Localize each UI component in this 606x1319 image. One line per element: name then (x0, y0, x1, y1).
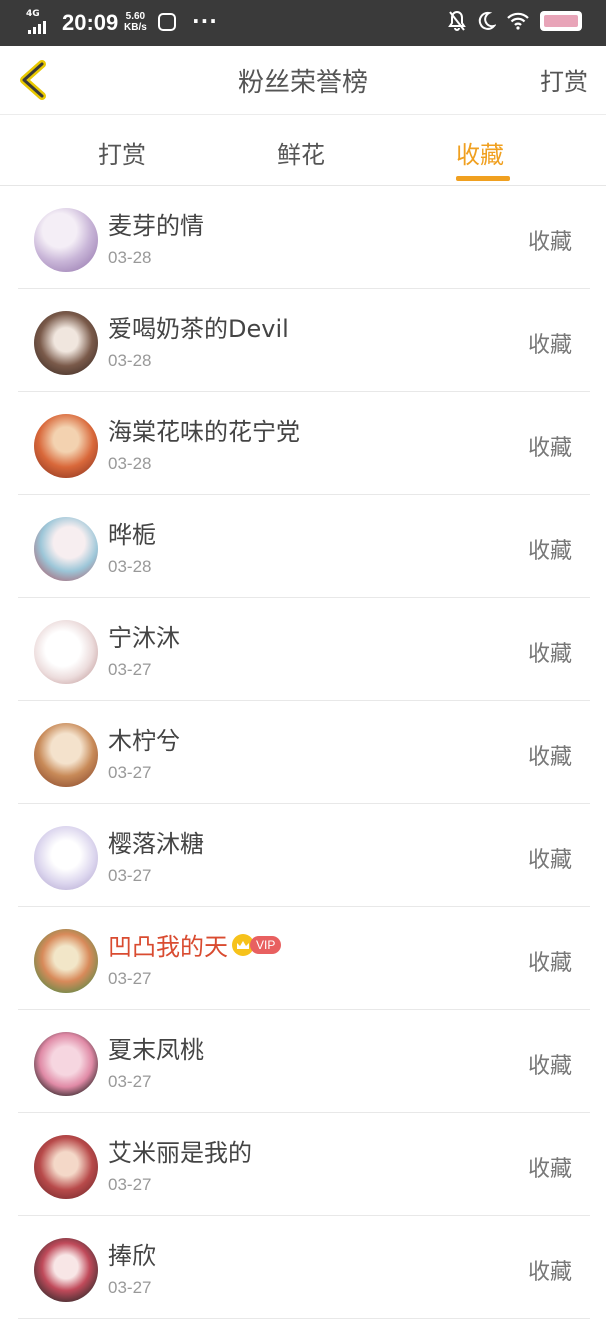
date: 03-27 (108, 866, 152, 885)
date: 03-27 (108, 763, 152, 782)
action-label: 收藏 (527, 1157, 572, 1182)
avatar[interactable] (34, 723, 98, 787)
action-label: 收藏 (527, 642, 572, 667)
avatar[interactable] (34, 1135, 98, 1199)
list-item[interactable]: 凹凸我的天 VIP 03-27 收藏 (18, 907, 590, 1010)
vip-label: VIP (250, 935, 282, 954)
user-name: 樱落沐糖 (108, 830, 204, 858)
user-name: 夏末凤桃 (108, 1036, 204, 1064)
action-label: 收藏 (527, 1054, 572, 1079)
user-name: 木柠兮 (108, 727, 180, 755)
date: 03-27 (108, 1278, 152, 1297)
list-item[interactable]: 艾米丽是我的 03-27 收藏 (18, 1113, 590, 1216)
avatar[interactable] (34, 414, 98, 478)
action-label: 收藏 (527, 436, 572, 461)
date: 03-27 (108, 1175, 152, 1194)
mute-bell-icon (448, 10, 466, 31)
active-tab-indicator (456, 176, 510, 181)
wifi-icon (507, 12, 529, 30)
user-name-vip: 凹凸我的天 VIP (108, 927, 282, 962)
network-type: 4G (26, 9, 40, 19)
avatar[interactable] (34, 1032, 98, 1096)
list-item[interactable]: 海棠花味的花宁党 03-28 收藏 (18, 392, 590, 495)
date: 03-27 (108, 660, 152, 679)
user-name: 爱喝奶茶的Devil (108, 315, 289, 343)
status-time: 20:09 (62, 10, 119, 35)
user-name: 捧欣 (108, 1242, 156, 1270)
tab-bar: 打赏 鲜花 收藏 (0, 115, 606, 186)
avatar[interactable] (34, 517, 98, 581)
list-item[interactable]: 夏末凤桃 03-27 收藏 (18, 1010, 590, 1113)
app-header: 粉丝荣誉榜 打赏 (0, 46, 606, 115)
list-item[interactable]: 樱落沐糖 03-27 收藏 (18, 804, 590, 907)
action-label: 收藏 (527, 539, 572, 564)
date: 03-27 (108, 1072, 152, 1091)
user-name: 宁沐沐 (108, 624, 180, 652)
tab-favorites[interactable]: 收藏 (456, 135, 504, 170)
avatar[interactable] (34, 208, 98, 272)
action-label: 收藏 (527, 745, 572, 770)
list-item[interactable]: 麦芽的情 03-28 收藏 (18, 186, 590, 289)
moon-icon (478, 11, 496, 30)
battery-icon (540, 11, 582, 31)
status-icons (448, 10, 582, 32)
action-label: 收藏 (527, 848, 572, 873)
user-name: 凹凸我的天 (108, 933, 228, 961)
date: 03-28 (108, 557, 152, 576)
speed-unit: KB/s (124, 22, 147, 33)
list-item[interactable]: 木柠兮 03-27 收藏 (18, 701, 590, 804)
user-name: 艾米丽是我的 (108, 1139, 252, 1167)
status-bar: 4G 20:09 5.60 KB/s ··· (0, 0, 606, 46)
speed-value: 5.60 (125, 11, 146, 22)
user-name: 麦芽的情 (108, 212, 204, 240)
notification-app-icon (158, 13, 176, 31)
action-label: 收藏 (527, 1260, 572, 1285)
action-label: 收藏 (527, 951, 572, 976)
list-item[interactable]: 晔栀 03-28 收藏 (18, 495, 590, 598)
signal-icon: 4G (26, 9, 56, 35)
fan-list: 麦芽的情 03-28 收藏 爱喝奶茶的Devil 03-28 收藏 海棠花味的花… (18, 186, 590, 1319)
more-notifications-icon: ··· (192, 9, 218, 33)
vip-badge: VIP (232, 933, 282, 956)
date: 03-28 (108, 351, 152, 370)
avatar[interactable] (34, 311, 98, 375)
avatar[interactable] (34, 826, 98, 890)
user-name: 海棠花味的花宁党 (108, 418, 300, 446)
action-label: 收藏 (527, 333, 572, 358)
tab-flowers[interactable]: 鲜花 (277, 135, 325, 170)
action-label: 收藏 (527, 230, 572, 255)
avatar[interactable] (34, 1238, 98, 1302)
network-speed: 5.60 KB/s (124, 11, 147, 33)
list-item[interactable]: 捧欣 03-27 收藏 (18, 1216, 590, 1319)
date: 03-28 (108, 248, 152, 267)
list-item[interactable]: 宁沐沐 03-27 收藏 (18, 598, 590, 701)
date: 03-28 (108, 454, 152, 473)
page-title: 粉丝荣誉榜 (237, 68, 368, 98)
user-name: 晔栀 (108, 521, 156, 549)
date: 03-27 (108, 969, 152, 988)
list-item[interactable]: 爱喝奶茶的Devil 03-28 收藏 (18, 289, 590, 392)
avatar[interactable] (34, 620, 98, 684)
tab-reward[interactable]: 打赏 (98, 135, 146, 170)
avatar[interactable] (34, 929, 98, 993)
reward-button[interactable]: 打赏 (540, 62, 588, 97)
